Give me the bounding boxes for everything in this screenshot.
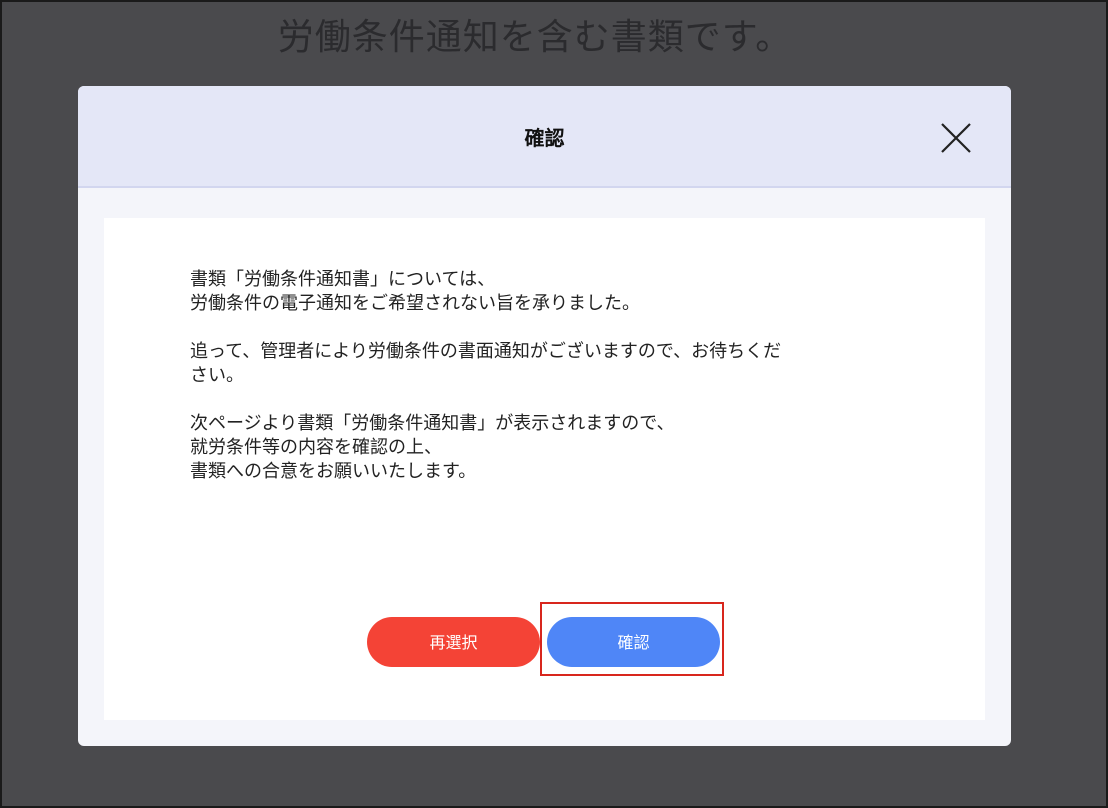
message-paragraph-2: 追って、管理者により労働条件の書面通知がございますので、お待ちくだ さい。 (190, 341, 782, 386)
dialog-header: 確認 (78, 86, 1011, 188)
close-button[interactable] (936, 118, 976, 158)
background-page-title: 労働条件通知を含む書類です。 (277, 17, 793, 58)
dialog-message: 書類「労働条件通知書」については、 労働条件の電子通知をご希望されない旨を承りま… (190, 268, 910, 508)
reselect-button[interactable]: 再選択 (367, 617, 540, 667)
dialog-title: 確認 (524, 126, 565, 150)
close-x-icon (941, 123, 971, 153)
message-paragraph-1: 書類「労働条件通知書」については、 労働条件の電子通知をご希望されない旨を承りま… (190, 269, 640, 314)
message-paragraph-3: 次ページより書類「労働条件通知書」が表示されますので、 就労条件等の内容を確認の… (190, 413, 675, 482)
confirm-button-highlight-box (540, 602, 724, 676)
